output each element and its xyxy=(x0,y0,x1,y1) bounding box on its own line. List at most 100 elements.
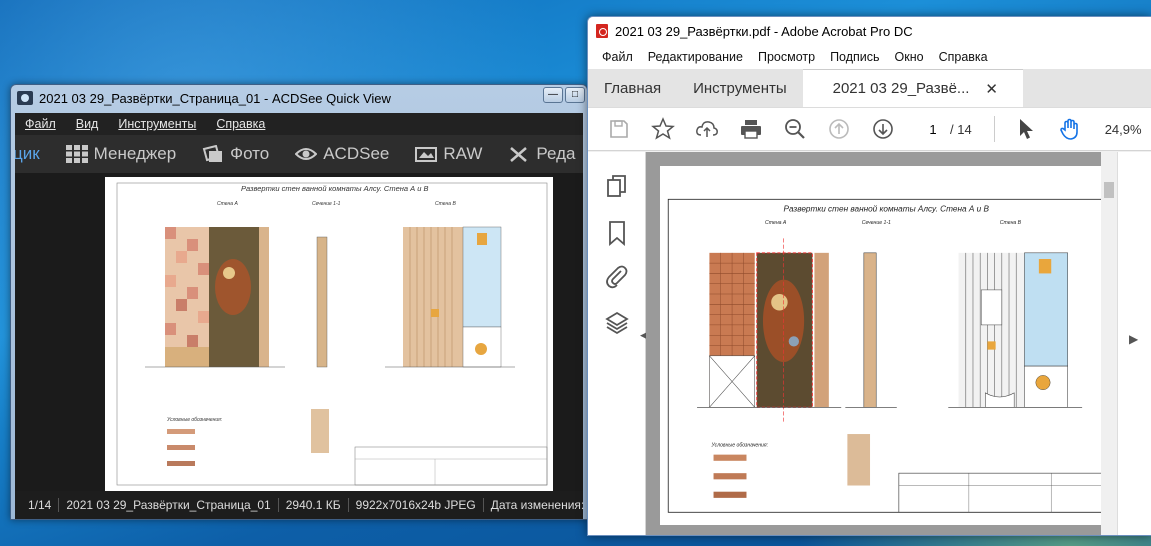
page-thumbnails-icon[interactable] xyxy=(604,174,630,200)
acdsee-image-viewport[interactable]: Развертки стен ванной комнаты Алсу. Стен… xyxy=(15,173,583,491)
pdf-legend-swatch-2 xyxy=(713,473,747,480)
mode-edit[interactable]: Реда xyxy=(508,144,575,164)
save-button[interactable] xyxy=(606,116,632,142)
eye-icon xyxy=(295,148,318,160)
tab-tools[interactable]: Инструменты xyxy=(677,69,803,107)
pdf-legend-sample xyxy=(847,434,871,486)
maximize-button[interactable]: □ xyxy=(565,87,585,103)
grid-icon xyxy=(65,145,88,163)
acdsee-statusbar: 1/14 2021 03 29_Развёртки_Страница_01 29… xyxy=(15,491,587,519)
menu-file[interactable]: Файл xyxy=(602,50,633,64)
menu-tools[interactable]: Инструменты xyxy=(118,117,196,131)
mode-manager[interactable]: Менеджер xyxy=(65,144,177,164)
pdf-title-block xyxy=(898,472,1110,513)
status-modified: Дата изменения: 29.03.2021 xyxy=(490,498,587,512)
hand-tool-button[interactable] xyxy=(1057,116,1083,142)
menu-view[interactable]: Просмотр xyxy=(758,50,815,64)
legend-sample xyxy=(311,409,329,453)
bookmark-star-button[interactable] xyxy=(650,116,676,142)
acdsee-titlebar[interactable]: 2021 03 29_Развёртки_Страница_01 - ACDSe… xyxy=(11,85,587,111)
pdf-wall-b-label: Стена В xyxy=(1000,220,1022,226)
mode-view-label: ACDSee xyxy=(323,144,390,163)
status-filesize: 2940.1 КБ xyxy=(279,498,349,512)
cloud-upload-icon xyxy=(696,121,718,137)
mode-manager-label: Менеджер xyxy=(93,144,177,163)
tab-document[interactable]: 2021 03 29_Развё... ✕ xyxy=(802,69,1023,107)
pdf-wall-b-sink xyxy=(1035,375,1051,390)
wall-a-tiles xyxy=(165,227,209,367)
expand-right-panel-icon[interactable]: ▶ xyxy=(1129,332,1138,346)
pdf-page: Развертки стен ванной комнаты Алсу. Стен… xyxy=(660,166,1113,525)
upload-button[interactable] xyxy=(694,116,720,142)
raw-icon xyxy=(415,147,438,162)
layers-icon[interactable] xyxy=(604,310,630,336)
brush-icon xyxy=(510,147,528,162)
save-icon xyxy=(610,120,628,138)
status-page: 1/14 xyxy=(21,498,60,512)
legend-swatch-3 xyxy=(167,461,195,466)
tab-document-label: 2021 03 29_Развё... xyxy=(832,80,970,97)
select-tool-button[interactable] xyxy=(1013,116,1039,142)
acdsee-drawing-image: Развертки стен ванной комнаты Алсу. Стен… xyxy=(105,177,553,491)
printer-icon xyxy=(741,120,761,139)
menu-view[interactable]: Вид xyxy=(76,117,99,131)
pdf-wall-b-lamp xyxy=(1038,259,1052,274)
pdf-vertical-scrollbar[interactable] xyxy=(1101,152,1117,535)
wall-b-sink xyxy=(475,343,487,355)
hand-icon xyxy=(1059,118,1078,140)
legend-swatch-1 xyxy=(167,429,195,434)
prev-page-button[interactable] xyxy=(826,116,852,142)
menu-sign[interactable]: Подпись xyxy=(830,50,879,64)
mode-quick-label: цик xyxy=(15,144,40,163)
page-number-input[interactable] xyxy=(916,118,950,140)
mode-raw[interactable]: RAW xyxy=(415,144,482,164)
tab-tools-label: Инструменты xyxy=(693,79,787,97)
arrow-up-circle-icon xyxy=(829,119,849,139)
zoom-out-button[interactable] xyxy=(782,116,808,142)
menu-help[interactable]: Справка xyxy=(939,50,988,64)
mode-quick[interactable]: цик xyxy=(15,144,40,164)
acrobat-left-panel: ◀ xyxy=(588,152,647,535)
close-tab-icon[interactable]: ✕ xyxy=(985,80,998,98)
mode-view[interactable]: ACDSee xyxy=(295,144,389,164)
acrobat-window-title: 2021 03 29_Развёртки.pdf - Adobe Acrobat… xyxy=(615,23,913,39)
photo-icon xyxy=(202,145,223,162)
acrobat-titlebar[interactable]: 2021 03 29_Развёртки.pdf - Adobe Acrobat… xyxy=(588,17,1151,45)
minimize-button[interactable]: — xyxy=(543,87,563,103)
legend-title: Условные обозначения: xyxy=(167,417,223,423)
menu-window[interactable]: Окно xyxy=(895,50,924,64)
magnifier-minus-icon xyxy=(785,119,805,139)
tab-home[interactable]: Главная xyxy=(588,69,677,107)
acdsee-window-title: 2021 03 29_Развёртки_Страница_01 - ACDSe… xyxy=(39,90,391,106)
menu-file[interactable]: Файл xyxy=(25,117,56,131)
acrobat-body: ◀ Развертки стен ванной комнаты Алсу. Ст… xyxy=(588,152,1151,535)
paperclip-icon[interactable] xyxy=(604,264,630,290)
acdsee-window[interactable]: 2021 03 29_Развёртки_Страница_01 - ACDSe… xyxy=(10,84,588,520)
status-format: 9922x7016x24b JPEG xyxy=(349,498,484,512)
tab-home-label: Главная xyxy=(604,79,662,97)
pdf-section-profile xyxy=(863,252,877,408)
wall-b-label: Стена В xyxy=(435,201,456,207)
menu-edit[interactable]: Редактирование xyxy=(648,50,743,64)
pdf-canvas[interactable]: Развертки стен ванной комнаты Алсу. Стен… xyxy=(646,152,1117,535)
page-total: / 14 xyxy=(950,121,972,137)
wall-a-edge xyxy=(259,227,269,367)
zoom-level[interactable]: 24,9% xyxy=(1105,122,1142,137)
pdf-wall-b-wood xyxy=(958,252,1025,408)
mode-photo[interactable]: Фото xyxy=(202,144,269,164)
acrobat-window[interactable]: 2021 03 29_Развёртки.pdf - Adobe Acrobat… xyxy=(587,16,1151,536)
acdsee-app-icon xyxy=(17,91,33,105)
bookmark-icon[interactable] xyxy=(604,220,630,246)
acrobat-menubar: Файл Редактирование Просмотр Подпись Окн… xyxy=(588,45,1151,69)
pdf-drawing-title: Развертки стен ванной комнаты Алсу. Стен… xyxy=(784,205,990,214)
scrollbar-thumb[interactable] xyxy=(1104,182,1114,198)
next-page-button[interactable] xyxy=(870,116,896,142)
menu-help[interactable]: Справка xyxy=(216,117,265,131)
wall-b-lamp xyxy=(477,233,487,245)
acdsee-menubar: Файл Вид Инструменты Справка xyxy=(15,113,583,135)
status-filename: 2021 03 29_Развёртки_Страница_01 xyxy=(59,498,279,512)
print-button[interactable] xyxy=(738,116,764,142)
pdf-app-icon xyxy=(596,24,608,38)
acrobat-tabbar: Главная Инструменты 2021 03 29_Развё... … xyxy=(588,69,1151,107)
acrobat-right-panel: ▶ xyxy=(1117,152,1151,535)
